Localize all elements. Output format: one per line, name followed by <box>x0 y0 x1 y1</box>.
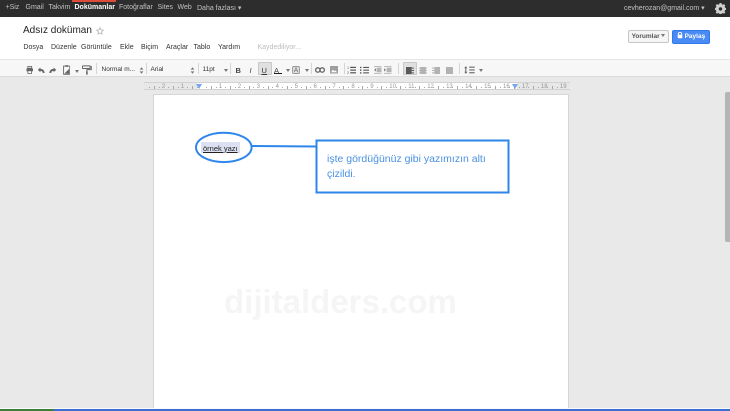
svg-text:2: 2 <box>347 71 349 74</box>
svg-text:A: A <box>294 68 298 74</box>
svg-text:1: 1 <box>347 66 349 70</box>
